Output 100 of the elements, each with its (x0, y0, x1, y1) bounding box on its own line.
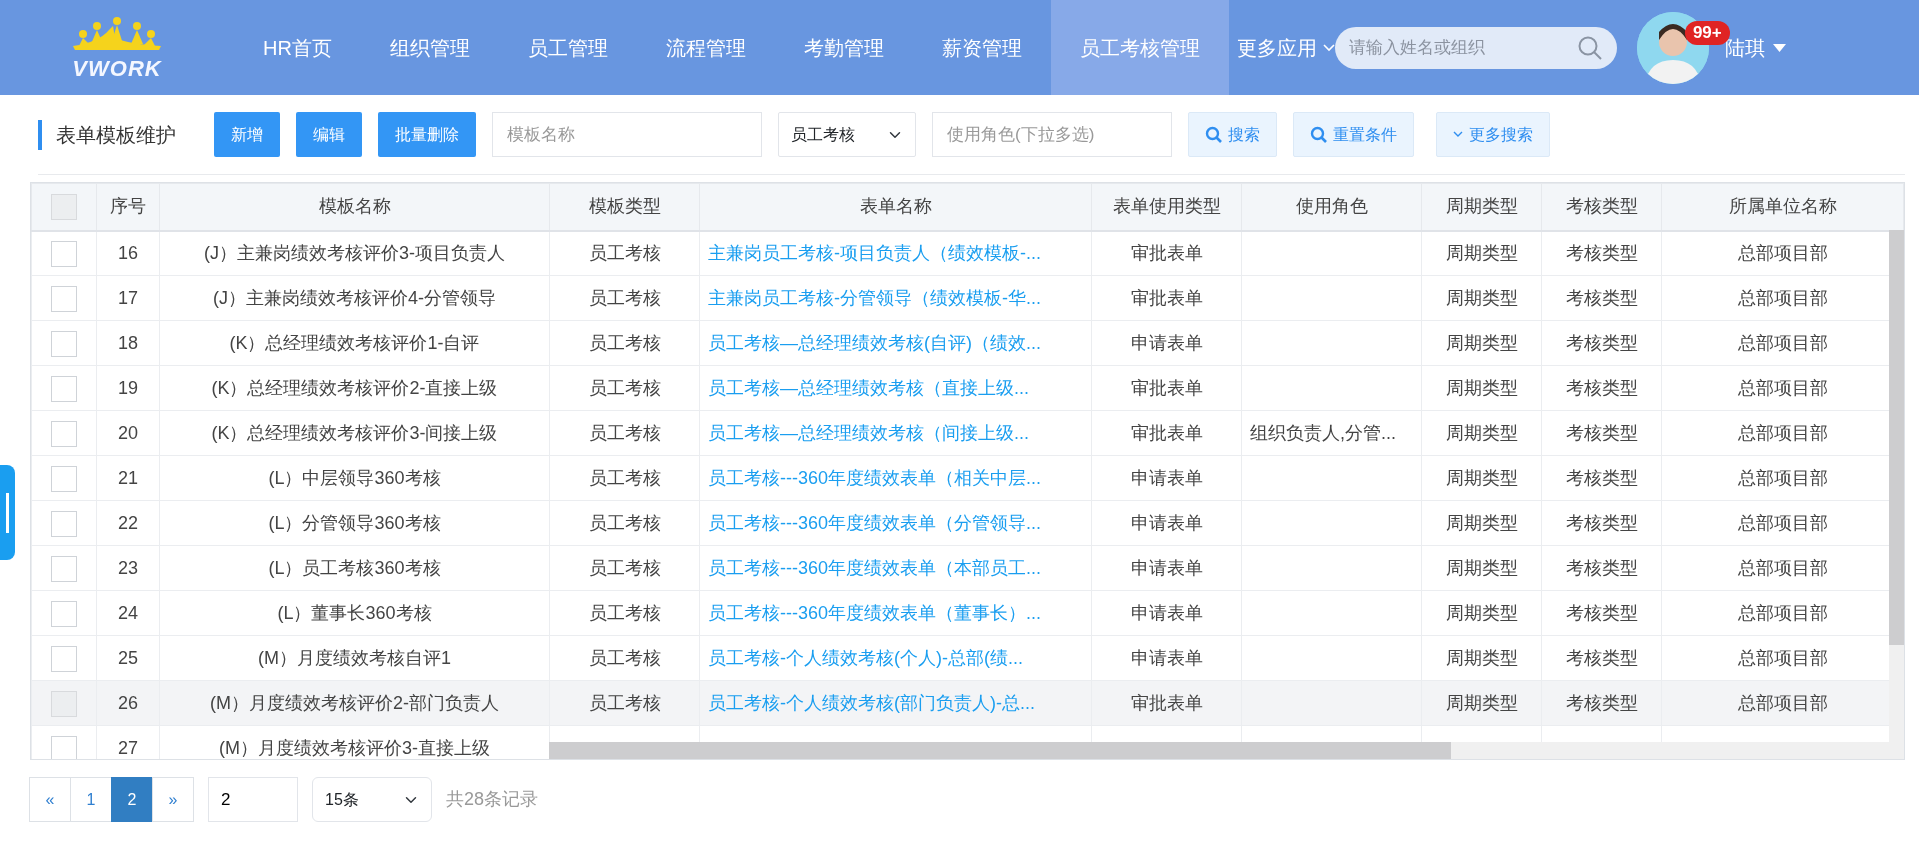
row-checkbox[interactable] (51, 330, 77, 357)
table-cell: 总部项目部 (1737, 287, 1828, 308)
vertical-scrollbar[interactable] (1889, 230, 1904, 743)
page-link[interactable]: 1 (70, 777, 112, 822)
row-checkbox[interactable] (51, 420, 77, 447)
column-header: 模板名称 (159, 183, 550, 231)
table-cell: 考核类型 (1565, 692, 1638, 713)
table-cell: 考核类型 (1565, 287, 1638, 308)
nav-tab[interactable]: 流程管理 (636, 0, 775, 95)
table-cell: 员工考核 (588, 692, 661, 713)
table-cell: 考核类型 (1565, 557, 1638, 578)
table-cell: 考核类型 (1565, 512, 1638, 533)
table-cell: 申请表单 (1130, 557, 1203, 578)
row-checkbox[interactable] (51, 735, 77, 759)
select-all-checkbox[interactable] (51, 194, 77, 221)
nav-tab[interactable]: 员工考核管理 (1050, 0, 1229, 95)
logo-text: VWORK (72, 57, 162, 80)
table-cell: (M）月度绩效考核评价2-部门负责人 (210, 692, 499, 713)
search-field[interactable]: 请输入姓名或组织 (1334, 26, 1617, 69)
table-cell: 员工考核 (588, 467, 661, 488)
page-title: 表单模板维护 (38, 119, 176, 150)
column-header: 所属单位名称 (1661, 183, 1904, 231)
row-checkbox[interactable] (51, 600, 77, 627)
table-cell: 考核类型 (1565, 377, 1638, 398)
table-cell: 考核类型 (1565, 647, 1638, 668)
table-cell: 26 (118, 692, 138, 713)
toolbar-button[interactable]: 编辑 (296, 112, 362, 157)
table-cell: 申请表单 (1130, 512, 1203, 533)
table-cell: 总部项目部 (1737, 332, 1828, 353)
table-cell: (L）分管领导360考核 (268, 512, 441, 533)
page-link[interactable]: 2 (111, 777, 153, 822)
table-cell: 考核类型 (1565, 332, 1638, 353)
more-search-button[interactable]: 更多搜索 (1436, 112, 1550, 157)
page-link[interactable]: « (29, 777, 71, 822)
more-apps-menu[interactable]: 更多应用 (1228, 0, 1335, 95)
table-cell: 员工考核 (588, 377, 661, 398)
search-button[interactable]: 重置条件 (1293, 112, 1414, 157)
search-button[interactable]: 搜索 (1188, 112, 1277, 157)
table-cell: 周期类型 (1445, 332, 1518, 353)
table-cell: 24 (118, 602, 138, 623)
type-select[interactable]: 员工考核 (778, 112, 916, 157)
table-cell: 周期类型 (1445, 557, 1518, 578)
row-checkbox[interactable] (51, 285, 77, 312)
table-cell: 申请表单 (1130, 602, 1203, 623)
table-cell: 周期类型 (1445, 467, 1518, 488)
caret-icon (1772, 43, 1786, 52)
page-size-select[interactable]: 15条 (312, 777, 432, 822)
table-cell: 20 (118, 422, 138, 443)
table-cell: 18 (118, 332, 138, 353)
horizontal-scrollbar[interactable] (549, 742, 1904, 759)
table-cell: 考核类型 (1565, 467, 1638, 488)
nav-tab[interactable]: 考勤管理 (774, 0, 913, 95)
table-cell: 27 (118, 737, 138, 758)
row-checkbox[interactable] (51, 690, 77, 717)
chevron-down-icon (1453, 131, 1463, 138)
table-cell: 员工考核 (588, 332, 661, 353)
nav-tab[interactable]: 员工管理 (498, 0, 637, 95)
column-header: 表单使用类型 (1091, 183, 1242, 231)
row-checkbox[interactable] (51, 240, 77, 267)
toolbar-button[interactable]: 新增 (214, 112, 280, 157)
table-cell: (L）董事长360考核 (277, 602, 432, 623)
table-cell: 总部项目部 (1737, 692, 1828, 713)
toolbar-button[interactable]: 批量删除 (378, 112, 476, 157)
table-cell: 员工考核 (588, 647, 661, 668)
table-cell: 总部项目部 (1737, 647, 1828, 668)
nav-tab[interactable]: 组织管理 (360, 0, 499, 95)
record-count: 共28条记录 (446, 788, 539, 811)
table-cell: 总部项目部 (1737, 557, 1828, 578)
table-cell: 组织负责人,分管... (1250, 422, 1396, 443)
row-checkbox[interactable] (51, 465, 77, 492)
role-filter-field[interactable]: 使用角色(下拉多选) (932, 112, 1172, 157)
column-header: 使用角色 (1241, 183, 1422, 231)
nav-tab[interactable]: HR首页 (234, 0, 361, 95)
search-icon (1205, 125, 1223, 144)
table-cell: 19 (118, 377, 138, 398)
table-cell: 周期类型 (1445, 512, 1518, 533)
row-checkbox[interactable] (51, 510, 77, 537)
table-cell: (K）总经理绩效考核评价1-自评 (229, 332, 480, 353)
row-checkbox[interactable] (51, 555, 77, 582)
chevron-down-icon (1322, 43, 1335, 52)
table-cell: 申请表单 (1130, 647, 1203, 668)
side-panel-handle[interactable] (0, 465, 15, 560)
table-cell: 周期类型 (1445, 422, 1518, 443)
nav-tab[interactable]: 薪资管理 (912, 0, 1051, 95)
table-cell: 21 (118, 467, 138, 488)
table-cell: 周期类型 (1445, 647, 1518, 668)
table-cell: 周期类型 (1445, 287, 1518, 308)
table-cell: 审批表单 (1130, 692, 1203, 713)
page-link[interactable]: » (152, 777, 194, 822)
table-cell: 总部项目部 (1737, 602, 1828, 623)
column-header: 周期类型 (1421, 183, 1542, 231)
table-cell: 员工考核 (588, 557, 661, 578)
row-checkbox[interactable] (51, 375, 77, 402)
search-icon[interactable] (1576, 34, 1603, 61)
table-cell: 审批表单 (1130, 287, 1203, 308)
page-jump-field[interactable]: 2 (208, 777, 298, 822)
table-cell: 16 (118, 242, 138, 263)
table-cell: 周期类型 (1445, 602, 1518, 623)
name-filter-field[interactable]: 模板名称 (492, 112, 762, 157)
row-checkbox[interactable] (51, 645, 77, 672)
